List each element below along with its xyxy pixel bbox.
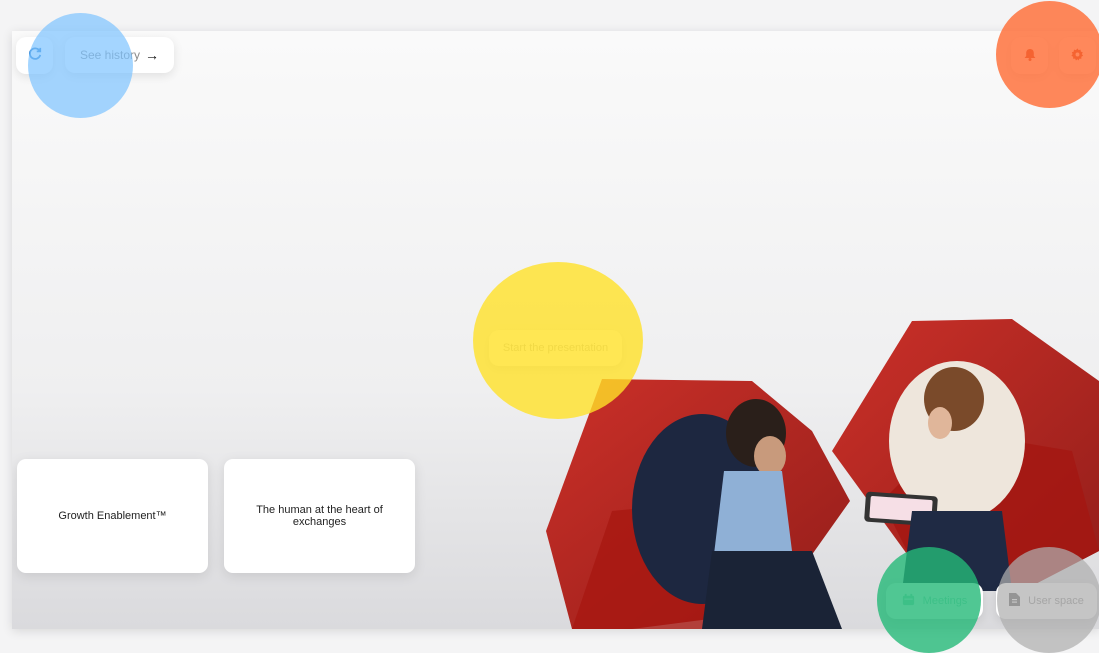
- arrow-right-icon: →: [145, 47, 160, 63]
- see-history-button[interactable]: See history →: [65, 37, 174, 73]
- see-history-label: See history: [79, 48, 141, 62]
- card-title: Growth Enablement™: [58, 509, 167, 522]
- user-space-button[interactable]: User space: [996, 583, 1097, 619]
- document-icon: [1009, 593, 1021, 609]
- card-title: The human at the heart of exchanges: [256, 503, 383, 528]
- meetings-button[interactable]: Meetings: [886, 583, 983, 619]
- card-human-heart-exchanges[interactable]: The human at the heart of exchanges: [224, 459, 415, 573]
- bell-icon: [1024, 48, 1036, 64]
- refresh-button[interactable]: [16, 37, 53, 74]
- start-presentation-button[interactable]: Start the presentation: [489, 330, 622, 366]
- notifications-button[interactable]: [1011, 37, 1048, 74]
- presentation-stage: See history → Start the presentation Gro…: [12, 31, 1099, 629]
- calendar-icon: [902, 593, 915, 609]
- refresh-icon: [28, 47, 42, 64]
- meetings-label: Meetings: [922, 595, 968, 607]
- start-presentation-label: Start the presentation: [502, 342, 609, 354]
- gear-icon: [1071, 47, 1084, 64]
- user-space-label: User space: [1028, 595, 1084, 607]
- card-growth-enablement[interactable]: Growth Enablement™: [17, 459, 208, 573]
- settings-button[interactable]: [1059, 37, 1096, 74]
